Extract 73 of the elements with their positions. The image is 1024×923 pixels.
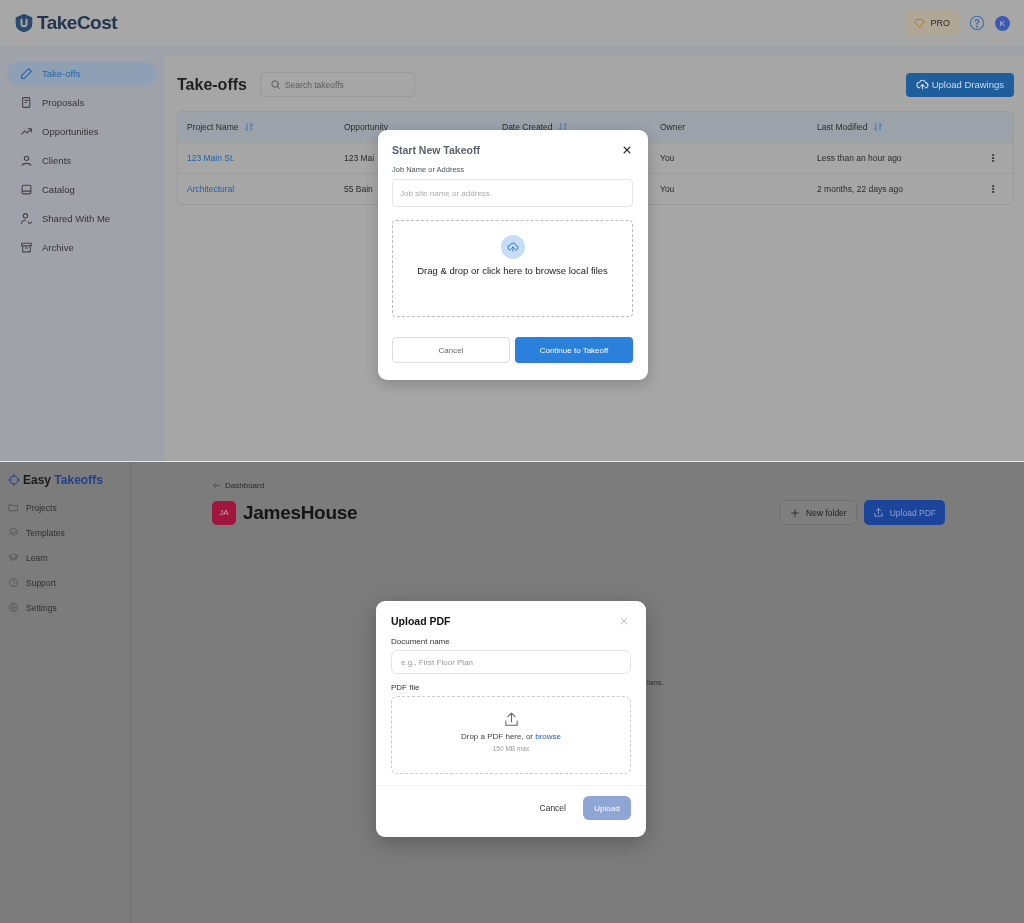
- job-name-field[interactable]: Job site name or address: [392, 179, 633, 207]
- upload-icon: [872, 507, 884, 518]
- column-header: Owner: [660, 122, 686, 132]
- table-cell: 55 Bain: [344, 184, 373, 194]
- table-cell: 123 Mai: [344, 153, 375, 163]
- help-icon: [969, 15, 985, 31]
- sidebar-item[interactable]: Catalog: [7, 178, 157, 201]
- pro-badge[interactable]: PRO: [905, 10, 959, 36]
- dropzone-text: Drop a PDF here, or browse: [460, 732, 561, 741]
- nav-icon: [20, 125, 33, 138]
- nav-icon: [20, 67, 33, 80]
- document-name-field[interactable]: e.g., First Floor Plan: [391, 650, 631, 674]
- dialog-title: Start New Takeoff: [392, 144, 480, 156]
- shield-logo-icon: [14, 13, 34, 33]
- continue-button[interactable]: Continue to Takeoff: [515, 337, 633, 363]
- sidebar-item[interactable]: Shared With Me: [7, 207, 157, 230]
- user-avatar[interactable]: K: [995, 15, 1010, 31]
- column-header[interactable]: Project Name: [187, 122, 239, 132]
- app-logo: TakeCost: [37, 12, 118, 34]
- column-header[interactable]: Date Created: [502, 122, 553, 132]
- nav-icon: [8, 552, 19, 563]
- plus-icon: [790, 507, 801, 518]
- nav-icon: [20, 154, 33, 167]
- browse-link[interactable]: browse: [535, 732, 561, 741]
- nav-icon: [20, 212, 33, 225]
- sidebar-item[interactable]: Settings: [8, 600, 130, 615]
- sidebar-item[interactable]: Templates: [8, 525, 130, 540]
- app-logo: Easy Takeoffs: [23, 473, 103, 487]
- nav-icon: [20, 183, 33, 196]
- dropzone-text: Drag & drop or click here to browse local files: [416, 264, 609, 278]
- nav-icon: [8, 502, 19, 513]
- target-logo-icon: [8, 474, 20, 486]
- project-link[interactable]: 123 Main St.: [187, 153, 235, 163]
- nav-icon: [8, 527, 19, 538]
- table-cell: You: [660, 153, 675, 163]
- nav-icon: [20, 96, 33, 109]
- column-header[interactable]: Last Modified: [817, 122, 868, 132]
- upload-pdf-button[interactable]: Upload PDF: [863, 500, 945, 525]
- sidebar-item[interactable]: Proposals: [7, 91, 157, 114]
- table-cell: Less than an hour ago: [817, 153, 902, 163]
- table-cell: You: [660, 184, 675, 194]
- page-title: Take-offs: [177, 75, 247, 94]
- dialog-title: Upload PDF: [391, 615, 451, 627]
- project-title: JamesHouse: [243, 501, 358, 524]
- sidebar-item[interactable]: Opportunities: [7, 120, 157, 143]
- search-field[interactable]: Search takeoffs: [259, 72, 415, 97]
- column-header: Opportunity: [344, 122, 388, 132]
- back-arrow-icon: [212, 481, 221, 490]
- field-label: PDF file: [391, 683, 421, 692]
- close-icon: [619, 616, 629, 626]
- nav-icon: [20, 241, 33, 254]
- cancel-button[interactable]: Cancel: [392, 337, 510, 363]
- diamond-icon: [914, 17, 926, 29]
- back-link[interactable]: Dashboard: [212, 481, 945, 490]
- nav-icon: [8, 602, 19, 613]
- sidebar-item[interactable]: Projects: [8, 500, 130, 515]
- sidebar-item[interactable]: Clients: [7, 149, 157, 172]
- cloud-upload-icon: [506, 241, 519, 253]
- new-folder-button[interactable]: New folder: [780, 500, 857, 525]
- cancel-button[interactable]: Cancel: [539, 803, 566, 813]
- close-icon: [622, 145, 632, 155]
- nav-icon: [8, 577, 19, 588]
- cloud-upload-icon: [915, 78, 929, 91]
- sidebar-item[interactable]: Archive: [7, 236, 157, 259]
- sidebar-item[interactable]: Support: [8, 575, 130, 590]
- field-label: Document name: [391, 637, 451, 646]
- dropzone[interactable]: Drag & drop or click here to browse local files: [392, 220, 633, 317]
- sidebar-item[interactable]: Learn: [8, 550, 130, 565]
- upload-drawings-button[interactable]: Upload Drawings: [905, 72, 1014, 97]
- project-link[interactable]: Architectural: [187, 184, 235, 194]
- project-avatar: JA: [212, 500, 236, 525]
- upload-icon: [502, 711, 520, 728]
- table-cell: 2 months, 22 days ago: [817, 184, 903, 194]
